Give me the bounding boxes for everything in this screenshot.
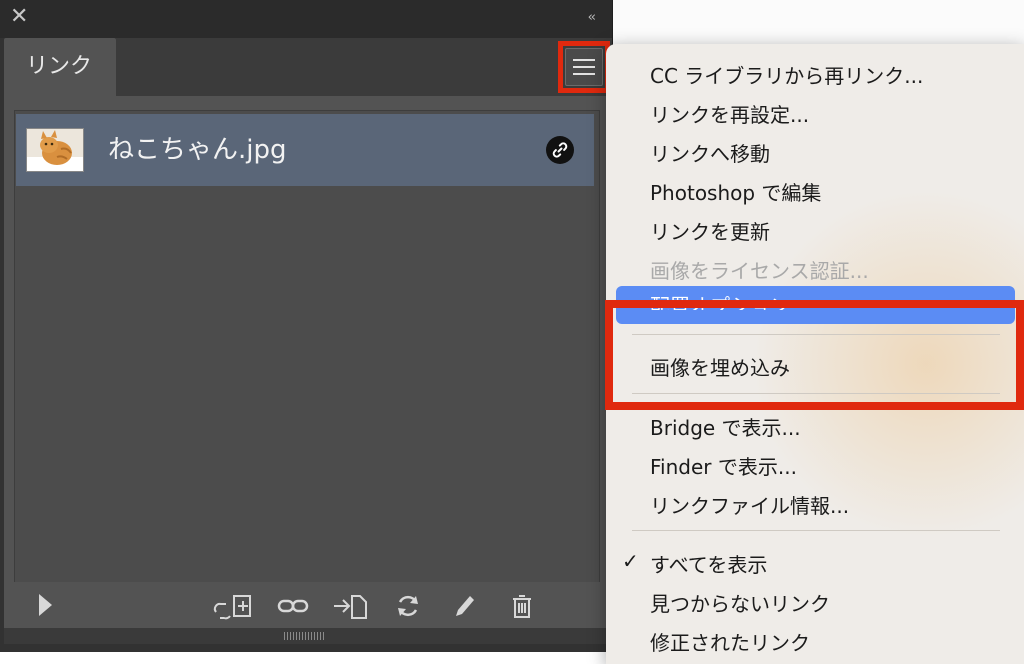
- go-to-link-icon[interactable]: [332, 592, 368, 624]
- close-icon[interactable]: ✕: [10, 6, 28, 28]
- checkmark-icon: ✓: [622, 549, 639, 573]
- menu-item-license-image: 画像をライセンス認証...: [650, 259, 869, 283]
- collapse-icon[interactable]: ‹‹: [588, 10, 597, 25]
- menu-item-edit-in-photoshop[interactable]: Photoshop で編集: [650, 177, 821, 206]
- menu-item-go-to-link[interactable]: リンクへ移動: [650, 138, 770, 167]
- cat-thumbnail: [26, 128, 84, 172]
- file-name: ねこちゃん.jpg: [108, 135, 287, 165]
- menu-separator: [632, 530, 1000, 531]
- tab-links[interactable]: リンク: [4, 38, 116, 96]
- link-icon: [546, 136, 574, 164]
- menu-item-reveal-in-bridge[interactable]: Bridge で表示...: [650, 412, 801, 441]
- relink-cc-library-icon[interactable]: [212, 592, 254, 624]
- update-link-icon[interactable]: [394, 592, 422, 624]
- annotation-box-menu-button: [558, 41, 610, 93]
- trash-icon[interactable]: [508, 592, 536, 624]
- menu-item-relink[interactable]: リンクを再設定...: [650, 99, 809, 128]
- tab-strip: [116, 38, 612, 96]
- annotation-box-embed-image: [605, 300, 1024, 410]
- panel-titlebar[interactable]: [0, 0, 612, 38]
- menu-item-relink-cc-library[interactable]: CC ライブラリから再リンク...: [650, 60, 923, 89]
- relink-icon[interactable]: [276, 592, 310, 624]
- resize-grip-icon[interactable]: [284, 632, 326, 640]
- menu-item-link-file-info[interactable]: リンクファイル情報...: [650, 490, 849, 519]
- links-panel: ✕ ‹‹ リンク ねこちゃん.jpg: [0, 0, 613, 652]
- edit-original-icon[interactable]: [452, 592, 478, 624]
- menu-item-reveal-in-finder[interactable]: Finder で表示...: [650, 451, 797, 480]
- expand-triangle-icon[interactable]: [36, 592, 54, 622]
- list-item[interactable]: ねこちゃん.jpg: [16, 114, 594, 186]
- menu-item-show-all[interactable]: すべてを表示: [650, 549, 767, 578]
- menu-item-update-link[interactable]: リンクを更新: [650, 216, 770, 245]
- menu-item-missing-links[interactable]: 見つからないリンク: [650, 588, 830, 617]
